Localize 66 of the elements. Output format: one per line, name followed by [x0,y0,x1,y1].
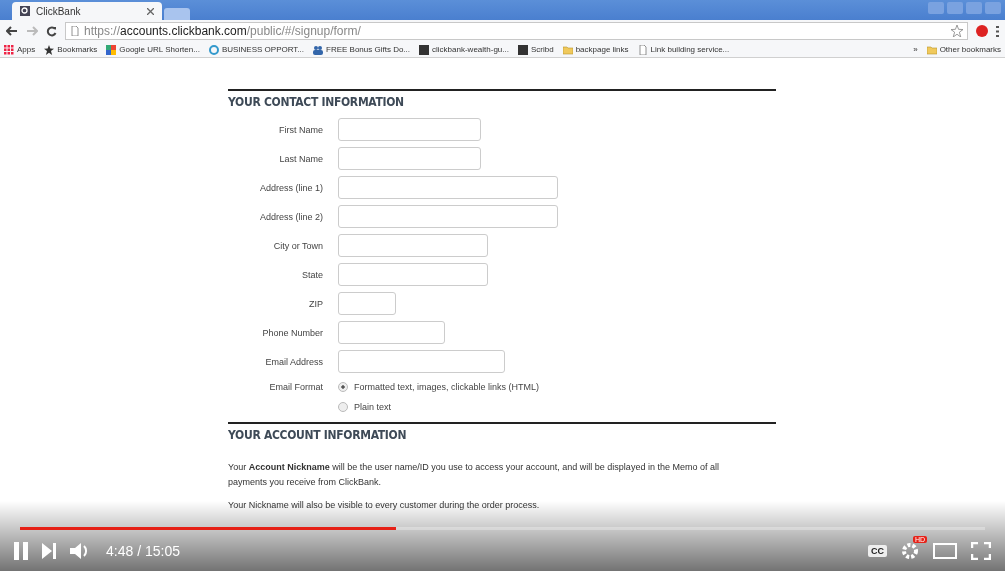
star-icon [44,44,55,55]
captions-button[interactable]: CC [868,544,887,557]
input-field[interactable] [338,350,505,373]
video-time: 4:48 / 15:05 [106,542,180,559]
bookmark-item[interactable]: Google URL Shorten... [106,44,200,55]
input-field[interactable] [338,263,488,286]
field-label: State [301,269,323,280]
search-icon [20,6,30,16]
input-field[interactable] [338,147,481,170]
bookmark-item[interactable]: Other bookmarks [926,44,1001,55]
radio-option[interactable]: Formatted text, images, clickable links (HTML) [338,382,540,392]
letter-tile-icon [419,44,430,55]
forward-arrow-icon[interactable] [26,26,38,36]
page-icon [70,26,80,36]
input-field[interactable] [338,292,396,315]
input-field[interactable] [338,176,558,199]
radio-button-icon[interactable] [338,402,348,412]
browser-tab[interactable]: ClickBank [12,2,162,20]
address-bar[interactable]: https://accounts.clickbank.com/public/#/signup/form/ [65,22,968,40]
bookmark-item[interactable]: Apps [4,44,36,55]
bookmark-item[interactable]: FREE Bonus Gifts Do... [313,44,411,55]
pause-icon[interactable] [14,541,28,560]
section-title: YOUR CONTACT INFORMATION [228,89,776,109]
folder-icon [562,44,573,55]
close-icon[interactable] [147,7,154,15]
back-arrow-icon[interactable] [6,26,18,36]
more-bookmarks-button[interactable]: » [913,45,918,54]
radio-option[interactable]: Plain text [338,402,540,412]
bookmark-item[interactable]: Scribd [517,44,554,55]
paragraph: Your Nickname will also be visible to every customer during the order process. [228,499,541,512]
field-label: Email Format [268,382,323,392]
theater-mode-icon[interactable] [933,542,957,559]
paragraph: Your Account Nickname will be the user name/ID you use to access your account, and will be displayed in the Memo of all payments you receive from ClickBank. [228,461,720,489]
bookmark-item[interactable]: Bookmarks [44,44,98,55]
field-label: Phone Number [261,327,323,338]
bookmark-item[interactable]: clickbank-wealth-gu... [419,44,509,55]
next-icon[interactable] [42,542,56,559]
new-tab-button[interactable] [164,8,190,20]
menu-icon[interactable] [996,25,999,37]
letter-tile-icon [517,44,528,55]
input-field[interactable] [338,205,558,228]
section-title: YOUR ACCOUNT INFORMATION [228,422,776,442]
field-label: ZIP [308,298,323,309]
reload-icon[interactable] [46,25,57,37]
folder-icon [926,44,937,55]
field-label: First Name [278,124,323,135]
field-label: Last Name [278,153,323,164]
bookmark-item[interactable]: BUSINESS OPPORT... [208,44,304,55]
bookmark-item[interactable]: Link building service... [637,44,730,55]
field-label: Address (line 2) [258,211,323,222]
radio-button-icon[interactable] [338,382,348,392]
apps-grid-icon [4,44,14,55]
bookmark-item[interactable]: backpage links [562,44,629,55]
fullscreen-icon[interactable] [971,541,991,560]
input-field[interactable] [338,321,445,344]
settings-icon[interactable] [901,541,919,560]
field-label: Email Address [264,356,323,367]
people-icon [313,44,323,55]
squares-icon [106,44,117,55]
input-field[interactable] [338,118,481,141]
swirl-icon [208,44,219,55]
input-field[interactable] [338,234,488,257]
star-icon[interactable] [951,25,963,37]
progress-track[interactable] [20,527,985,530]
field-label: City or Town [272,240,323,251]
field-label: Address (line 1) [258,182,323,193]
